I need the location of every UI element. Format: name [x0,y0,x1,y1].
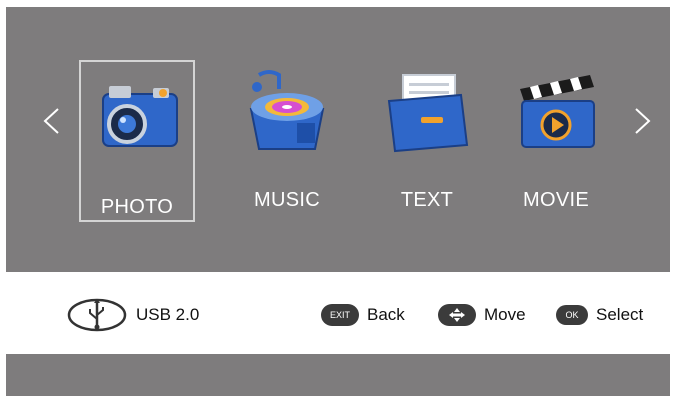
next-arrow-icon[interactable] [630,106,654,136]
menu-item-movie[interactable]: MOVIE [498,55,614,217]
exit-key-icon: EXIT [321,304,359,326]
menu-item-label: TEXT [400,189,454,211]
usb-icon [66,297,128,333]
select-label: Select [596,305,644,324]
ok-key-icon: OK [556,305,588,325]
menu-item-label: MOVIE [523,189,589,211]
menu-item-label: MUSIC [254,189,320,211]
back-label: Back [367,305,405,324]
music-box-icon [241,65,333,157]
move-label: Move [484,305,526,324]
usb-source: USB 2.0 [66,296,199,334]
menu-item-label: PHOTO [100,196,174,218]
menu-item-photo[interactable]: PHOTO [79,60,195,222]
camera-icon [93,72,185,164]
menu-item-music[interactable]: MUSIC [229,55,345,217]
move-hint[interactable]: Move [438,302,526,328]
dpad-icon [438,304,476,326]
folder-document-icon [381,65,473,157]
back-hint[interactable]: EXIT Back [321,302,405,328]
usb-label: USB 2.0 [136,305,200,324]
clapperboard-icon [510,65,602,157]
select-hint[interactable]: OK Select [556,302,643,328]
previous-arrow-icon[interactable] [40,106,64,136]
footer-bar: USB 2.0 EXIT Back Move OK Select [0,280,676,350]
bottom-panel [6,354,670,396]
menu-item-text[interactable]: TEXT [369,55,485,217]
